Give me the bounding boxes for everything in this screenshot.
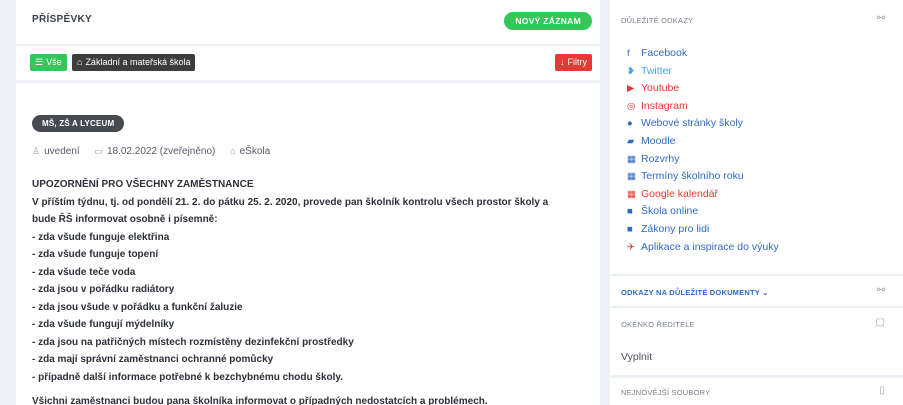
- post-line: - zda mají správní zaměstnanci ochranné …: [32, 354, 274, 365]
- filters-button[interactable]: ↓ Filtry: [555, 54, 592, 71]
- category-badge[interactable]: MŠ, ZŠ A LYCEUM: [32, 115, 125, 132]
- post-line: - zda jsou na patřičných místech rozmíst…: [32, 336, 354, 348]
- link-icon: ⚯: [876, 285, 885, 296]
- filter-school-button[interactable]: ⌂ Základní a mateřská škola: [72, 54, 196, 71]
- link-rozvrhy[interactable]: ▦ Rozvrhy: [627, 151, 779, 169]
- post-card: MŠ, ZŠ A LYCEUM ♙ uvedení ▭ 18.02.2022 (zv…: [16, 83, 600, 405]
- important-links-panel: DŮLEŽITÉ ODKAZY ⚯ f Facebook ❥ Twitter ▶ Yo…: [610, 0, 903, 274]
- link-youtube[interactable]: ▶ Youtube: [627, 80, 779, 98]
- post-meta: ♙ uvedení ▭ 18.02.2022 (zveřejněno) ⌂ eŠkol…: [32, 146, 282, 157]
- post-line: - zda všude funguje elektřina: [32, 231, 170, 243]
- filters-label: Filtry: [567, 57, 588, 67]
- director-panel-header: OKÉNKO ŘEDITELE ▢: [610, 308, 903, 339]
- link-aplikace[interactable]: ✈ Aplikace a inspirace do výuky: [627, 239, 779, 257]
- post-line: - případně další informace potřebné k be…: [32, 371, 343, 383]
- new-record-button[interactable]: NOVÝ ZÁZNAM: [504, 12, 592, 30]
- posts-column: PŘÍSPĚVKY NOVÝ ZÁZNAM ☰ Vše ⌂ Základní a m…: [16, 0, 600, 405]
- link-school-website[interactable]: ● Webové stránky školy: [627, 115, 779, 133]
- links-list: f Facebook ❥ Twitter ▶ Youtube ◎ Instagram ●…: [627, 45, 779, 256]
- facebook-icon: f: [627, 48, 630, 59]
- post-line: - zda jsou všude v pořádku a funkční žal…: [32, 301, 243, 313]
- post-line: - zda všude fungují mýdelníky: [32, 319, 175, 330]
- filter-all-button[interactable]: ☰ Vše: [30, 54, 67, 71]
- twitter-icon: ❥: [627, 65, 635, 77]
- post-heading: UPOZORNĚNÍ PRO VŠECHNY ZAMĚSTNANCE: [32, 179, 254, 190]
- files-panel: NEJNOVĚJŠÍ SOUBORY ▯: [610, 378, 903, 405]
- post-author: uvedení: [44, 146, 80, 157]
- director-title: OKÉNKO ŘEDITELE: [621, 320, 695, 329]
- calendar-icon: ▭: [94, 146, 103, 156]
- files-title: NEJNOVĚJŠÍ SOUBORY: [621, 388, 711, 397]
- filter-bar: ☰ Vše ⌂ Základní a mateřská škola ↓ Filtry: [16, 46, 600, 80]
- posts-header: PŘÍSPĚVKY NOVÝ ZÁZNAM: [16, 0, 600, 44]
- calendar-icon: ▦: [627, 188, 636, 200]
- documents-panel[interactable]: ODKAZY NA DŮLEŽITÉ DOKUMENTY ⌄ ⚯: [610, 276, 903, 306]
- post-source: eŠkola: [239, 146, 271, 157]
- post-line: - zda všude funguje topení: [32, 249, 159, 260]
- instagram-icon: ◎: [627, 100, 636, 112]
- calendar-icon: ▦: [627, 171, 636, 183]
- plane-icon: ✈: [627, 241, 635, 253]
- director-text: Vyplnit: [621, 351, 653, 363]
- school-icon: ⌂: [230, 146, 236, 156]
- list-icon: ☰: [35, 57, 44, 67]
- post-body: UPOZORNĚNÍ PRO VŠECHNY ZAMĚSTNANCE V pří…: [32, 176, 592, 405]
- filter-school-label: Základní a mateřská škola: [85, 57, 191, 67]
- post-line: V příštím týdnu, tj. od pondělí 21. 2. d…: [32, 196, 549, 208]
- important-links-title: DŮLEŽITÉ ODKAZY: [621, 16, 694, 25]
- link-twitter[interactable]: ❥ Twitter: [627, 63, 779, 81]
- director-panel-body: Vyplnit: [610, 339, 903, 375]
- school-icon: ⌂: [77, 57, 83, 67]
- link-facebook[interactable]: f Facebook: [627, 45, 779, 63]
- filter-all-label: Vše: [46, 57, 62, 67]
- file-icon: ▯: [879, 385, 885, 396]
- user-icon: ♙: [32, 146, 41, 156]
- post-line: bude ŘŠ informovat osobně i písemně:: [32, 214, 218, 225]
- calendar-icon: ▦: [627, 153, 636, 165]
- link-terminy[interactable]: ▦ Termíny školního roku: [627, 168, 779, 186]
- sidebar: DŮLEŽITÉ ODKAZY ⚯ f Facebook ❥ Twitter ▶ Yo…: [610, 0, 903, 405]
- book-icon: ▰: [627, 135, 635, 147]
- youtube-icon: ▶: [627, 83, 635, 95]
- square-icon: ■: [627, 206, 633, 218]
- posts-title: PŘÍSPĚVKY: [32, 14, 92, 25]
- post-line: - zda jsou v pořádku radiátory: [32, 284, 175, 295]
- link-moodle[interactable]: ▰ Moodle: [627, 133, 779, 151]
- post-date: 18.02.2022 (zveřejněno): [106, 146, 216, 157]
- link-instagram[interactable]: ◎ Instagram: [627, 98, 779, 116]
- square-icon: ■: [627, 223, 633, 235]
- post-line: - zda všude teče voda: [32, 266, 136, 278]
- globe-icon: ●: [627, 118, 633, 130]
- arrow-down-icon: ↓: [560, 57, 565, 67]
- documents-title[interactable]: ODKAZY NA DŮLEŽITÉ DOKUMENTY ⌄: [621, 288, 769, 297]
- clipboard-icon: ▢: [875, 317, 885, 328]
- link-google-calendar[interactable]: ▦ Google kalendář: [627, 186, 779, 204]
- link-zakony[interactable]: ■ Zákony pro lidi: [627, 221, 779, 239]
- link-skola-online[interactable]: ■ Škola online: [627, 203, 779, 221]
- link-icon: ⚯: [876, 13, 885, 24]
- post-line: Všichni zaměstnanci budou pana školníka …: [32, 396, 488, 405]
